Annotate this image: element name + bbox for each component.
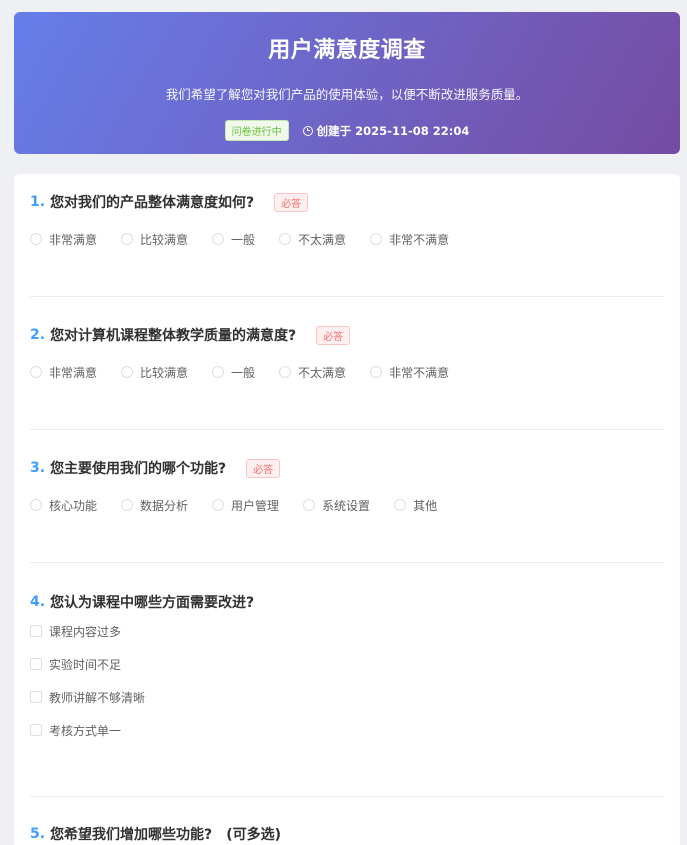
option-label: 非常不满意 <box>389 232 450 247</box>
radio-option[interactable]: 系统设置 <box>303 496 370 514</box>
option-label: 数据分析 <box>140 498 189 513</box>
question-tip: (可多选) <box>226 827 281 843</box>
option-label: 其他 <box>413 498 438 513</box>
radio-option[interactable]: 用户管理 <box>212 496 279 514</box>
radio-option[interactable]: 其他 <box>394 496 437 514</box>
option-label: 比较满意 <box>140 232 189 247</box>
option-label: 比较满意 <box>140 365 189 380</box>
question-number: 4. <box>30 594 46 610</box>
checkbox[interactable] <box>30 691 42 703</box>
question-card: 1. 您对我们的产品整体满意度如何? 必答 非常满意 比较满意 一般 不太满意 … <box>14 174 680 845</box>
divider <box>30 296 664 297</box>
option-label: 非常满意 <box>49 232 98 247</box>
radio-button[interactable] <box>121 233 134 245</box>
radio-option[interactable]: 非常满意 <box>30 230 97 248</box>
required-badge: 必答 <box>274 192 309 212</box>
question-text: 您对计算机课程整体教学质量的满意度? <box>50 328 297 344</box>
question-number: 1. <box>30 194 46 210</box>
clock-icon <box>302 125 313 136</box>
checkbox[interactable] <box>30 625 42 637</box>
question-title: 1. 您对我们的产品整体满意度如何? 必答 <box>30 192 664 212</box>
divider <box>30 796 664 797</box>
option-label: 核心功能 <box>49 498 98 513</box>
radio-button[interactable] <box>303 499 316 511</box>
question-3: 3. 您主要使用我们的哪个功能? 必答 核心功能 数据分析 用户管理 系统设置 … <box>30 458 664 513</box>
checkbox-option[interactable]: 考核方式单一 <box>30 721 145 739</box>
radio-option[interactable]: 核心功能 <box>30 496 97 514</box>
checkbox-option[interactable]: 教师讲解不够清晰 <box>30 688 145 706</box>
radio-button[interactable] <box>212 366 225 378</box>
option-label: 教师讲解不够清晰 <box>49 690 146 705</box>
radio-option[interactable]: 数据分析 <box>121 496 188 514</box>
option-label: 考核方式单一 <box>49 723 122 738</box>
radio-group: 非常满意 比较满意 一般 不太满意 非常不满意 <box>30 230 473 248</box>
radio-button[interactable] <box>279 366 292 378</box>
created-time: 创建于 2025-11-08 22:04 <box>302 123 470 139</box>
radio-button[interactable] <box>279 233 292 245</box>
question-title: 4. 您认为课程中哪些方面需要改进? <box>30 592 664 612</box>
option-label: 一般 <box>231 365 256 380</box>
divider <box>30 429 664 430</box>
created-text: 创建于 2025-11-08 22:04 <box>316 123 470 138</box>
question-2: 2. 您对计算机课程整体教学质量的满意度? 必答 非常满意 比较满意 一般 不太… <box>30 325 664 380</box>
radio-button[interactable] <box>30 499 42 511</box>
question-text: 您认为课程中哪些方面需要改进? <box>50 595 255 611</box>
radio-button[interactable] <box>370 233 383 245</box>
status-badge: 问卷进行中 <box>224 120 289 141</box>
survey-meta: 问卷进行中 创建于 2025-11-08 22:04 <box>14 120 680 141</box>
radio-option[interactable]: 比较满意 <box>121 230 188 248</box>
question-number: 5. <box>30 826 46 842</box>
option-label: 不太满意 <box>298 232 347 247</box>
option-label: 课程内容过多 <box>49 624 122 639</box>
required-badge: 必答 <box>316 325 351 345</box>
radio-button[interactable] <box>30 233 42 245</box>
question-number: 2. <box>30 327 46 343</box>
radio-option[interactable]: 不太满意 <box>279 230 346 248</box>
radio-option[interactable]: 非常不满意 <box>370 363 449 381</box>
question-title: 5. 您希望我们增加哪些功能? (可多选) <box>30 824 664 844</box>
question-text: 您主要使用我们的哪个功能? <box>50 461 227 477</box>
option-label: 非常不满意 <box>389 365 450 380</box>
question-text: 您希望我们增加哪些功能? <box>50 827 213 843</box>
radio-option[interactable]: 非常满意 <box>30 363 97 381</box>
radio-group: 核心功能 数据分析 用户管理 系统设置 其他 <box>30 496 461 514</box>
radio-option[interactable]: 比较满意 <box>121 363 188 381</box>
radio-option[interactable]: 不太满意 <box>279 363 346 381</box>
option-label: 用户管理 <box>231 498 280 513</box>
radio-option[interactable]: 一般 <box>212 363 255 381</box>
question-1: 1. 您对我们的产品整体满意度如何? 必答 非常满意 比较满意 一般 不太满意 … <box>30 192 664 247</box>
question-title: 2. 您对计算机课程整体教学质量的满意度? 必答 <box>30 325 664 345</box>
survey-title: 用户满意度调查 <box>268 38 426 63</box>
radio-button[interactable] <box>121 366 134 378</box>
radio-button[interactable] <box>370 366 383 378</box>
option-label: 不太满意 <box>298 365 347 380</box>
radio-button[interactable] <box>212 499 225 511</box>
required-badge: 必答 <box>246 458 281 478</box>
question-title: 3. 您主要使用我们的哪个功能? 必答 <box>30 458 664 478</box>
question-4: 4. 您认为课程中哪些方面需要改进? 课程内容过多 实验时间不足 教师讲解不够清… <box>30 592 664 738</box>
radio-button[interactable] <box>212 233 225 245</box>
radio-button[interactable] <box>121 499 134 511</box>
option-label: 一般 <box>231 232 256 247</box>
radio-button[interactable] <box>30 366 42 378</box>
radio-option[interactable]: 一般 <box>212 230 255 248</box>
radio-group: 非常满意 比较满意 一般 不太满意 非常不满意 <box>30 363 473 381</box>
question-5: 5. 您希望我们增加哪些功能? (可多选) <box>30 824 664 844</box>
checkbox[interactable] <box>30 724 42 736</box>
question-text: 您对我们的产品整体满意度如何? <box>50 195 255 211</box>
option-label: 非常满意 <box>49 365 98 380</box>
checkbox-option[interactable]: 课程内容过多 <box>30 622 145 640</box>
checkbox-group: 课程内容过多 实验时间不足 教师讲解不够清晰 考核方式单一 <box>30 622 169 754</box>
survey-description: 我们希望了解您对我们产品的使用体验，以便不断改进服务质量。 <box>165 87 529 102</box>
question-number: 3. <box>30 460 46 476</box>
survey-header: 用户满意度调查 我们希望了解您对我们产品的使用体验，以便不断改进服务质量。 问卷… <box>14 12 680 154</box>
radio-button[interactable] <box>394 499 407 511</box>
checkbox[interactable] <box>30 658 42 670</box>
checkbox-option[interactable]: 实验时间不足 <box>30 655 145 673</box>
option-label: 实验时间不足 <box>49 657 122 672</box>
option-label: 系统设置 <box>322 498 371 513</box>
radio-option[interactable]: 非常不满意 <box>370 230 449 248</box>
divider <box>30 562 664 563</box>
